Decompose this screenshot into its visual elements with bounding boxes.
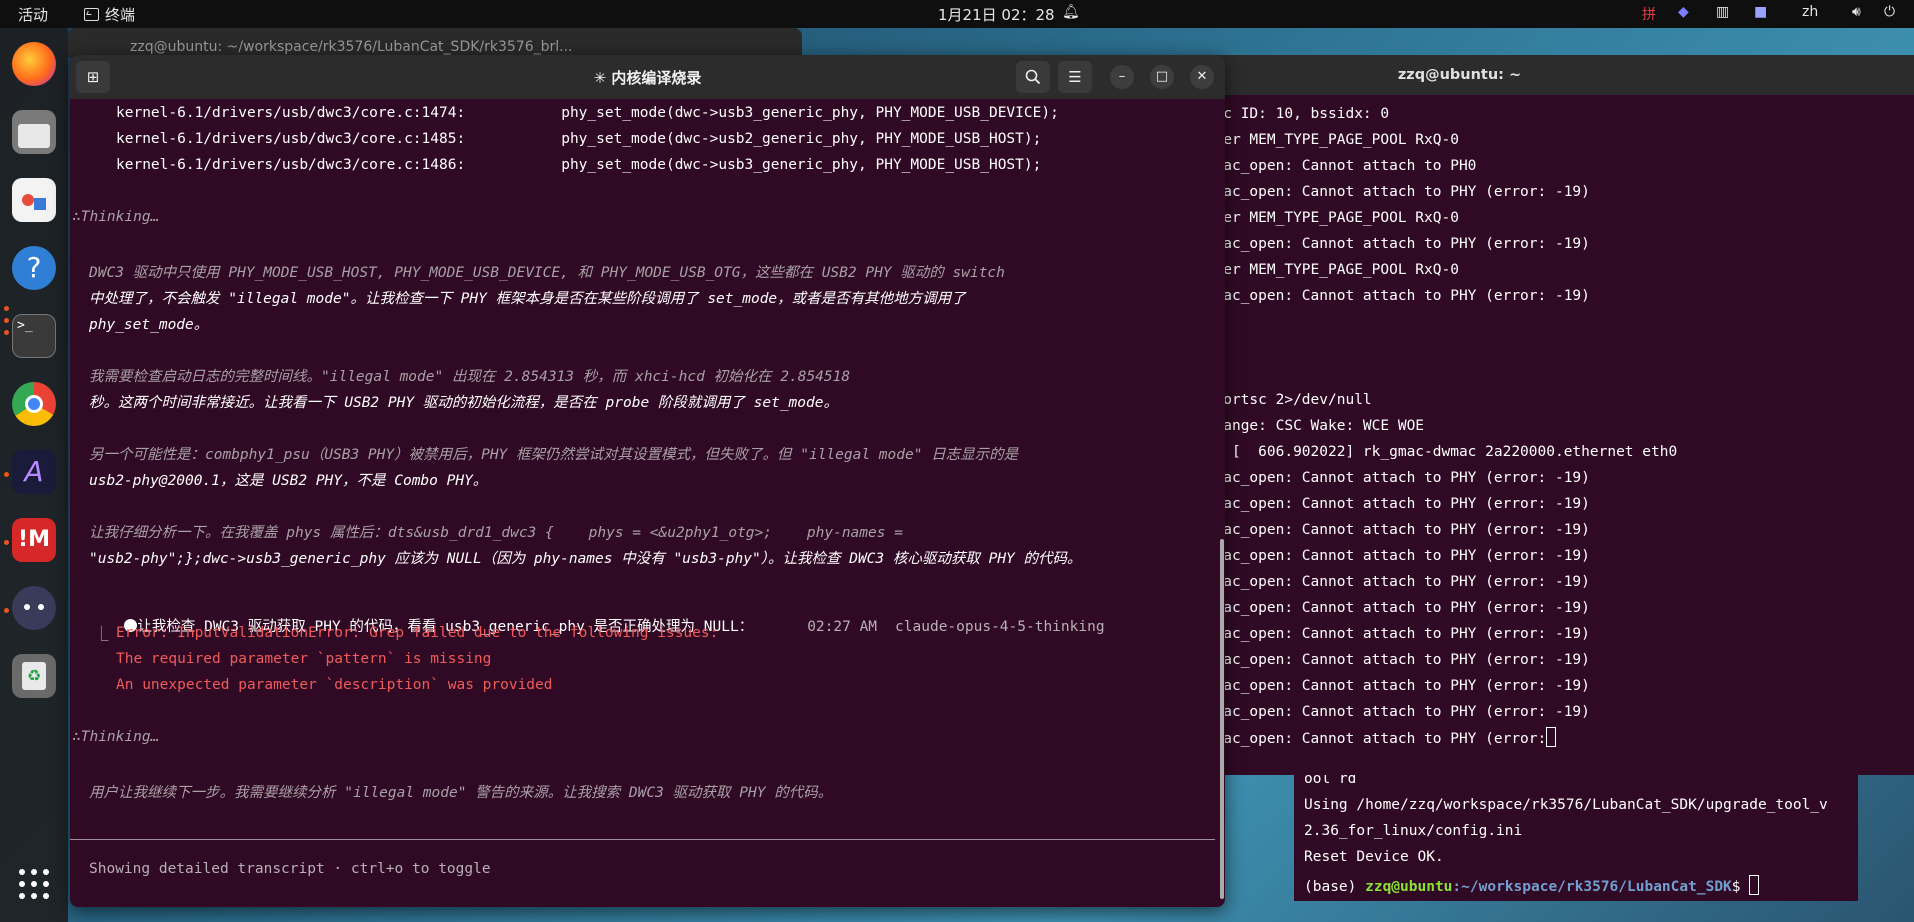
error-line: The required parameter `pattern` is miss… <box>116 651 492 667</box>
error-line: An unexpected parameter `description` wa… <box>116 677 553 693</box>
terminal-cursor <box>1546 727 1557 747</box>
code-line: kernel-6.1/drivers/usb/dwc3/core.c:1474:… <box>116 105 1059 121</box>
terminal-line: Using /home/zzq/workspace/rk3576/LubanCa… <box>1304 797 1828 813</box>
trash-icon[interactable]: ♻ <box>12 654 56 698</box>
message-time: 02:27 AM <box>807 619 878 635</box>
background-window-title: zzq@ubuntu: ~/workspace/rk3576/LubanCat_… <box>130 39 573 55</box>
terminal-cursor <box>1749 875 1760 895</box>
running-dot <box>4 318 9 323</box>
clock[interactable]: 1月21日 02：28 <box>938 4 1055 25</box>
dock: ? >_ A !M ♻ <box>0 28 68 922</box>
top-bar: 活动 终端 1月21日 02：28 🔔︎ 拼 ◆ ▥ ■ zh 🔊︎ ⏻ <box>0 0 1914 28</box>
search-icon <box>1025 69 1041 85</box>
running-dot <box>4 306 9 311</box>
thinking-label: ∴Thinking… <box>72 729 160 745</box>
running-dot <box>4 608 9 613</box>
bell-icon[interactable]: 🔔︎ <box>1062 4 1080 20</box>
firefox-icon[interactable] <box>12 42 56 86</box>
antigravity-icon[interactable]: A <box>12 450 56 494</box>
main-terminal-titlebar[interactable]: ⊞ ✳ 内核编译烧录 ☰ – □ ✕ <box>70 55 1225 99</box>
maximize-button[interactable]: □ <box>1150 65 1174 89</box>
bottom-terminal-prompt[interactable]: (base) zzq@ubuntu:~/workspace/rk3576/Lub… <box>1304 875 1760 895</box>
activities-button[interactable]: 活动 <box>18 4 48 25</box>
running-dot <box>4 472 9 477</box>
terminal-line: 2.36_for_linux/config.ini <box>1304 823 1523 839</box>
thinking-text: usb2-phy@2000.1，这是 USB2 PHY，不是 Combo PHY… <box>89 473 488 489</box>
robot-icon[interactable]: ■ <box>1754 4 1767 20</box>
prompt-user: zzq@ubuntu <box>1365 879 1453 895</box>
close-button[interactable]: ✕ <box>1190 65 1214 89</box>
main-terminal-title: ✳ 内核编译烧录 <box>593 69 702 87</box>
bottom-terminal-window[interactable]: ool rd Using /home/zzq/workspace/rk3576/L… <box>1294 775 1858 901</box>
input-method-icon[interactable]: 拼 <box>1642 4 1656 24</box>
model-name: claude-opus-4-5-thinking <box>895 619 1105 635</box>
search-button[interactable] <box>1016 61 1050 93</box>
scrollbar[interactable] <box>1220 539 1224 899</box>
thinking-text: phy_set_mode。 <box>89 317 209 333</box>
thinking-text: 中处理了，不会触发 "illegal mode"。让我检查一下 PHY 框架本身… <box>89 291 966 307</box>
running-dot <box>4 330 9 335</box>
bluetooth-app-icon[interactable]: ◆ <box>1678 4 1689 20</box>
prompt-env: (base) <box>1304 879 1366 895</box>
background-window-titlebar[interactable]: zzq@ubuntu: ~/workspace/rk3576/LubanCat_… <box>68 28 802 58</box>
terminal-content[interactable]: kernel-6.1/drivers/usb/dwc3/core.c:1474:… <box>70 99 1225 907</box>
hamburger-menu-button[interactable]: ☰ <box>1058 61 1092 93</box>
chrome-icon[interactable] <box>12 382 56 426</box>
thinking-text: DWC3 驱动中只使用 PHY_MODE_USB_HOST, PHY_MODE_… <box>89 265 1005 281</box>
thinking-text: "usb2-phy";};dwc->usb3_generic_phy 应该为 N… <box>89 551 1082 567</box>
thinking-text: 另一个可能性是：combphy1_psu（USB3 PHY）被禁用后，PHY 框… <box>89 447 1019 463</box>
prompt-end: $ <box>1731 879 1750 895</box>
thinking-text: 我需要检查启动日志的完整时间线。"illegal mode" 出现在 2.854… <box>89 369 851 385</box>
stats-icon[interactable]: ▥ <box>1716 4 1729 20</box>
app-name: 终端 <box>105 6 136 24</box>
thinking-text: 秒。这两个时间非常接近。让我看一下 USB2 PHY 驱动的初始化流程，是否在 … <box>89 395 838 411</box>
software-center-icon[interactable] <box>12 178 56 222</box>
terminal-app-icon <box>84 8 99 21</box>
minimize-button[interactable]: – <box>1110 65 1134 89</box>
prompt-path: :~/workspace/rk3576/LubanCat_SDK <box>1452 879 1732 895</box>
terminal-icon[interactable]: >_ <box>12 314 56 358</box>
app-im-icon[interactable]: !M <box>12 518 56 562</box>
thinking-label: ∴Thinking… <box>72 209 160 225</box>
main-terminal-window[interactable]: ⊞ ✳ 内核编译烧录 ☰ – □ ✕ kernel-6.1/drivers/us… <box>70 55 1225 907</box>
thinking-text: 让我仔细分析一下。在我覆盖 phys 属性后：dts&usb_drd1_dwc3… <box>89 525 903 541</box>
code-line: kernel-6.1/drivers/usb/dwc3/core.c:1485:… <box>116 131 1042 147</box>
files-icon[interactable] <box>12 110 56 154</box>
cat-app-icon[interactable] <box>12 586 56 630</box>
running-dot <box>4 540 9 545</box>
terminal-line: ool rd <box>1304 775 1357 787</box>
help-icon[interactable]: ? <box>12 246 56 290</box>
terminal-line: Reset Device OK. <box>1304 849 1444 865</box>
power-icon[interactable]: ⏻ <box>1884 4 1895 20</box>
show-apps-icon[interactable] <box>12 862 56 906</box>
divider <box>70 839 1215 840</box>
transcript-footer: Showing detailed transcript · ctrl+o to … <box>89 861 491 877</box>
app-menu[interactable]: 终端 <box>84 4 135 25</box>
thinking-text: 用户让我继续下一步。我需要继续分析 "illegal mode" 警告的来源。让… <box>89 785 833 801</box>
volume-icon[interactable]: 🔊︎ <box>1852 4 1861 20</box>
error-line: Error: InputValidationError: Grep failed… <box>116 625 719 641</box>
code-line: kernel-6.1/drivers/usb/dwc3/core.c:1486:… <box>116 157 1042 173</box>
error-prefix: ⎿ <box>94 627 118 643</box>
language-indicator[interactable]: zh <box>1802 4 1818 20</box>
